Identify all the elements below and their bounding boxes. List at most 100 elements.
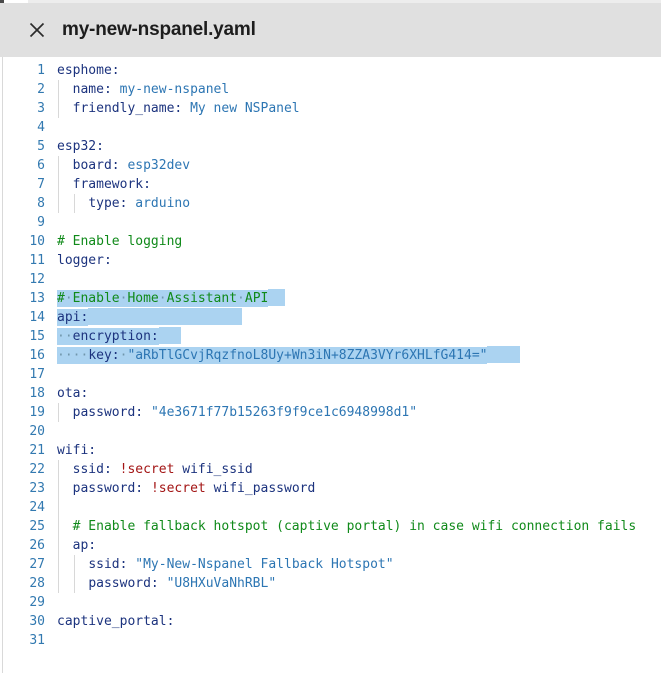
line-number: 17 — [0, 365, 45, 384]
token-space-dot: · — [237, 291, 245, 306]
token-space-dot: · — [65, 291, 73, 306]
token-key: ssid: — [88, 557, 127, 572]
code-content: framework: — [57, 175, 661, 194]
selection-tail — [88, 308, 242, 325]
code-content — [57, 422, 661, 441]
line-number: 15 — [0, 327, 45, 346]
token-key: encryption: — [73, 329, 159, 344]
line-number: 7 — [0, 175, 45, 194]
indent-guide — [58, 99, 59, 118]
code-line[interactable]: 29 — [0, 593, 661, 612]
code-line[interactable]: 19 password: "4e3671f77b15263f9f9ce1c694… — [0, 403, 661, 422]
code-content: password: !secret wifi_password — [57, 479, 661, 498]
code-content: ota: — [57, 384, 661, 403]
token-key: ota: — [57, 386, 88, 401]
code-line[interactable]: 5esp32: — [0, 137, 661, 156]
indent-guide — [74, 574, 75, 593]
token-space — [159, 576, 167, 591]
code-line[interactable]: 8 type: arduino — [0, 194, 661, 213]
code-line[interactable]: 25 # Enable fallback hotspot (captive po… — [0, 517, 661, 536]
line-number: 31 — [0, 631, 45, 650]
code-lines: 1esphome:2 name: my-new-nspanel3 friendl… — [0, 61, 661, 650]
token-key: framework: — [73, 177, 151, 192]
token-key: friendly_name: — [73, 101, 183, 116]
code-line[interactable]: 23 password: !secret wifi_password — [0, 479, 661, 498]
code-line[interactable]: 18 ota: — [0, 384, 661, 403]
code-line[interactable]: 28 password: "U8HXuVaNhRBL" — [0, 574, 661, 593]
code-line[interactable]: 14api: — [0, 308, 661, 327]
token-space — [57, 462, 73, 477]
code-line[interactable]: 9 — [0, 213, 661, 232]
code-content: esphome: — [57, 61, 661, 80]
code-line[interactable]: 1esphome: — [0, 61, 661, 80]
line-number: 16 — [0, 346, 45, 365]
code-line[interactable]: 2 name: my-new-nspanel — [0, 80, 661, 99]
token-value: "My-New-Nspanel Fallback Hotspot" — [135, 557, 393, 572]
line-number: 30 — [0, 612, 45, 631]
token-tag: !secret — [120, 462, 175, 477]
editor-header: my-new-nspanel.yaml — [0, 3, 661, 57]
token-space — [57, 82, 73, 97]
code-line[interactable]: 30captive_portal: — [0, 612, 661, 631]
token-comment: # — [57, 291, 65, 306]
code-line[interactable]: 31 — [0, 631, 661, 650]
code-line[interactable]: 24 — [0, 498, 661, 517]
code-line[interactable]: 22 ssid: !secret wifi_ssid — [0, 460, 661, 479]
token-value: arduino — [135, 196, 190, 211]
close-button[interactable] — [24, 17, 50, 43]
token-key: wifi_password — [214, 481, 316, 496]
indent-guide — [58, 555, 59, 574]
code-line[interactable]: 7 framework: — [0, 175, 661, 194]
line-number: 8 — [0, 194, 45, 213]
code-line[interactable]: 21wifi: — [0, 441, 661, 460]
token-comment: API — [245, 291, 268, 306]
code-content: api: — [57, 308, 661, 327]
code-line[interactable]: 26 ap: — [0, 536, 661, 555]
line-number: 3 — [0, 99, 45, 118]
code-content: board: esp32dev — [57, 156, 661, 175]
code-line[interactable]: 10 # Enable logging — [0, 232, 661, 251]
indent-guide — [58, 156, 59, 175]
code-line[interactable]: 6 board: esp32dev — [0, 156, 661, 175]
line-number: 22 — [0, 460, 45, 479]
code-content — [57, 270, 661, 289]
code-line[interactable]: 13#·Enable·Home·Assistant·API — [0, 289, 661, 308]
code-line[interactable]: 11logger: — [0, 251, 661, 270]
line-number: 10 — [0, 232, 45, 251]
code-line[interactable]: 20 — [0, 422, 661, 441]
line-number: 18 — [0, 384, 45, 403]
line-number: 12 — [0, 270, 45, 289]
token-key: password: — [88, 576, 158, 591]
code-line[interactable]: 12 — [0, 270, 661, 289]
code-content: ssid: "My-New-Nspanel Fallback Hotspot" — [57, 555, 661, 574]
token-value: my-new-nspanel — [120, 82, 230, 97]
code-content — [57, 118, 661, 137]
code-content — [57, 593, 661, 612]
token-comment: # Enable logging — [57, 234, 182, 249]
token-comment: Home — [127, 291, 158, 306]
token-value: "U8HXuVaNhRBL" — [167, 576, 277, 591]
token-space — [57, 405, 73, 420]
code-line[interactable]: 15 ··encryption: — [0, 327, 661, 346]
token-key: password: — [73, 481, 143, 496]
code-line[interactable]: 17 — [0, 365, 661, 384]
token-tag: !secret — [151, 481, 206, 496]
code-line[interactable]: 27 ssid: "My-New-Nspanel Fallback Hotspo… — [0, 555, 661, 574]
code-line[interactable]: 4 — [0, 118, 661, 137]
token-space — [206, 481, 214, 496]
token-value: "aRbTlGCvjRqzfnoL8Uy+Wn3iN+8ZZA3VYr6XHLf… — [127, 348, 487, 363]
token-space — [57, 158, 73, 173]
code-line[interactable]: 16····key:·"aRbTlGCvjRqzfnoL8Uy+Wn3iN+8Z… — [0, 346, 661, 365]
indent-guide — [58, 536, 59, 555]
yaml-editor[interactable]: 1esphome:2 name: my-new-nspanel3 friendl… — [0, 57, 661, 673]
indent-guide — [58, 574, 59, 593]
code-content: friendly_name: My new NSPanel — [57, 99, 661, 118]
code-line[interactable]: 3 friendly_name: My new NSPanel — [0, 99, 661, 118]
token-key: wifi: — [57, 443, 96, 458]
line-number: 6 — [0, 156, 45, 175]
token-key: esp32: — [57, 139, 104, 154]
token-space — [112, 462, 120, 477]
indent-guide — [58, 194, 59, 213]
token-space-dot: ·· — [57, 329, 73, 344]
code-content: password: "U8HXuVaNhRBL" — [57, 574, 661, 593]
